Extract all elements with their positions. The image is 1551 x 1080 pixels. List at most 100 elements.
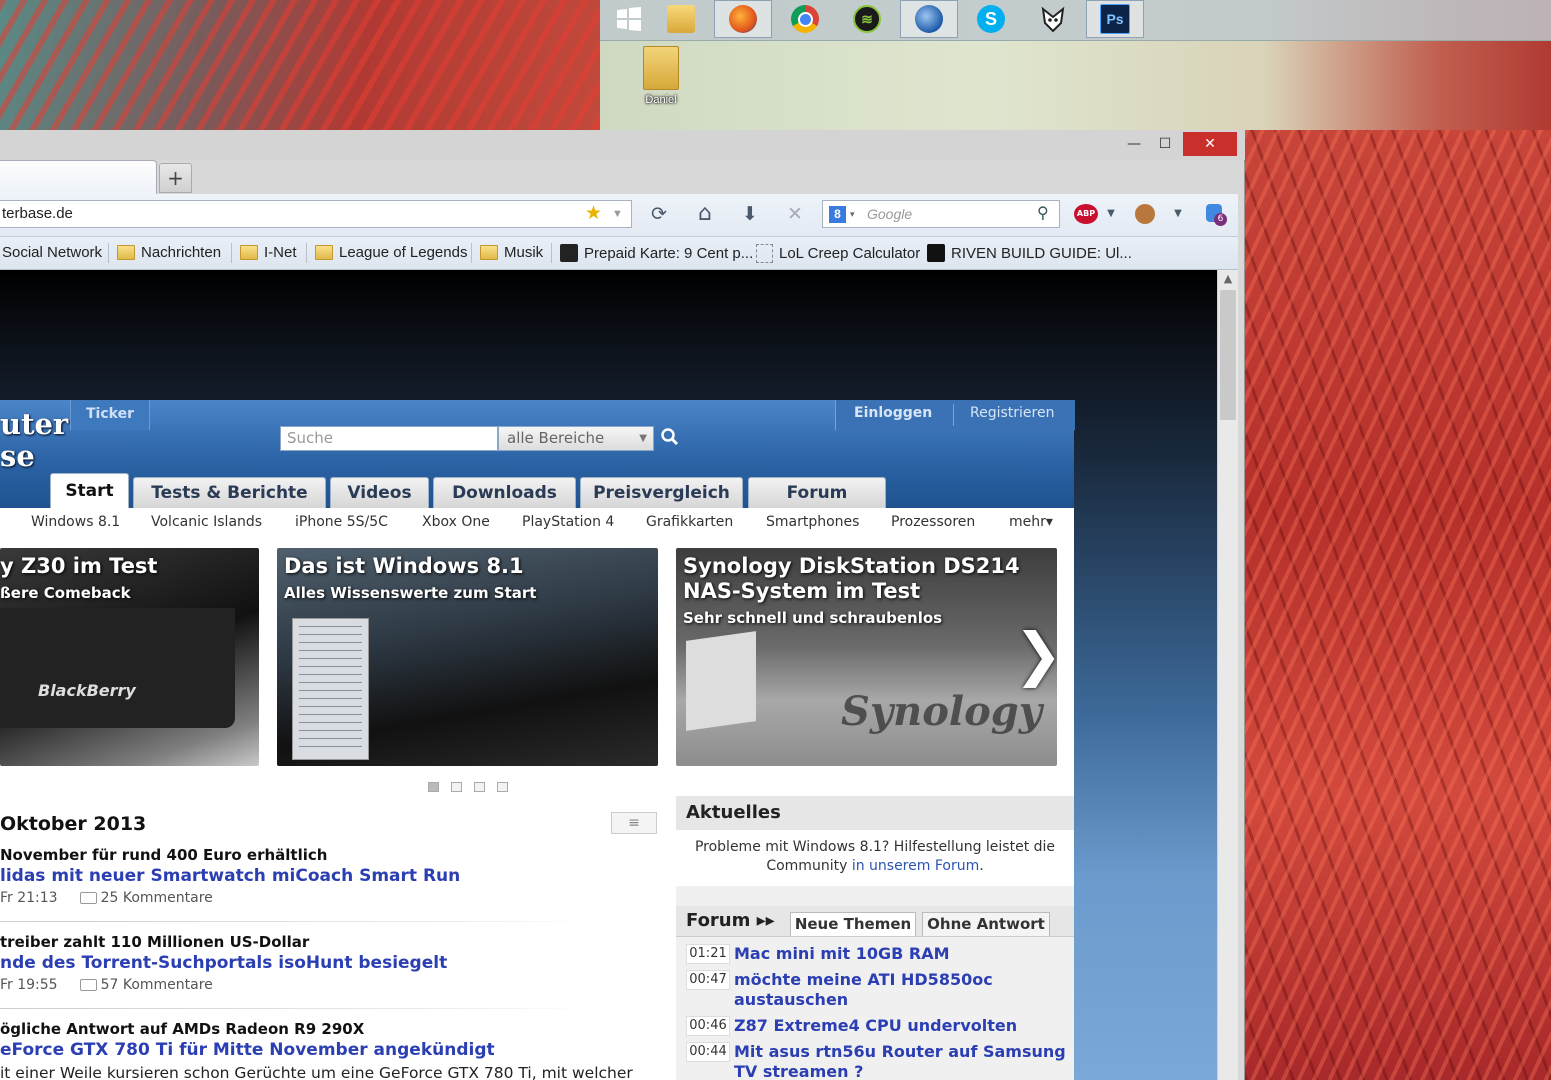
forum-widget-title[interactable]: Forum ▸▸	[686, 910, 775, 931]
site-search-input[interactable]: Suche	[280, 426, 498, 451]
bookmark-nachrichten[interactable]: Nachrichten	[117, 244, 221, 261]
extension-icon[interactable]: 6	[1204, 202, 1230, 226]
url-bar[interactable]: terbase.de ★ ▼	[0, 200, 632, 228]
tab-downloads[interactable]: Downloads	[433, 477, 576, 508]
spotify-button[interactable]: ≋	[838, 0, 896, 38]
bookmark-social-network[interactable]: Social Network	[2, 244, 102, 261]
topic-grafikkarten[interactable]: Grafikkarten	[646, 514, 733, 530]
news-comments-link[interactable]: 25 Kommentare	[101, 890, 213, 906]
topic-prozessoren[interactable]: Prozessoren	[891, 514, 975, 530]
slider-dot-2[interactable]	[451, 782, 462, 792]
foobar-button[interactable]	[1024, 0, 1082, 38]
download-icon[interactable]: ⬇	[737, 202, 763, 226]
thread-title-link[interactable]: Mac mini mit 10GB RAM	[734, 944, 1069, 964]
forum-thread[interactable]: 00:47 möchte meine ATI HD5850oc austausch…	[686, 970, 1071, 1010]
topic-more-menu[interactable]: mehr▾	[1009, 514, 1053, 530]
thread-title-link[interactable]: Z87 Extreme4 CPU undervolten	[734, 1016, 1069, 1036]
title-bar[interactable]: — ☐ ✕	[0, 130, 1245, 160]
chrome-button[interactable]	[776, 0, 834, 38]
news-item[interactable]: ögliche Antwort auf AMDs Radeon R9 290X …	[0, 1020, 640, 1080]
slider-next-arrow[interactable]: ❯	[1014, 620, 1057, 688]
adblock-plus-icon[interactable]: ABP	[1074, 204, 1098, 224]
file-explorer-button[interactable]	[652, 0, 710, 38]
maximize-button[interactable]: ☐	[1148, 132, 1182, 156]
slide-windows-8-1[interactable]: Das ist Windows 8.1 Alles Wissenswerte z…	[277, 548, 658, 766]
reload-icon[interactable]: ⟳	[646, 202, 672, 226]
bookmark-i-net[interactable]: I-Net	[240, 244, 297, 261]
firefox-button[interactable]	[714, 0, 772, 38]
search-scope-select[interactable]: alle Bereiche ▼	[498, 426, 654, 451]
greasemonkey-icon[interactable]	[1132, 202, 1158, 226]
search-engine-icon[interactable]: 8	[829, 206, 846, 223]
scroll-up-arrow-icon[interactable]: ▲	[1218, 272, 1238, 288]
tab-ohne-antwort[interactable]: Ohne Antwort	[922, 912, 1050, 936]
news-headline-link[interactable]: eForce GTX 780 Ti für Mitte November ang…	[0, 1040, 640, 1060]
site-search-button[interactable]	[660, 427, 682, 449]
thunderbird-button[interactable]	[900, 0, 958, 38]
url-dropdown-icon[interactable]: ▼	[612, 201, 623, 227]
tab-forum[interactable]: Forum	[748, 477, 886, 508]
login-link[interactable]: Einloggen	[854, 405, 932, 421]
bookmark-league-of-legends[interactable]: League of Legends	[315, 244, 467, 261]
bookmark-lol-creep-calculator[interactable]: LoL Creep Calculator	[756, 244, 920, 263]
topic-windows-8-1[interactable]: Windows 8.1	[31, 514, 120, 530]
news-comments-link[interactable]: 57 Kommentare	[101, 977, 213, 993]
adblock-dropdown-icon[interactable]: ▼	[1098, 202, 1124, 226]
skype-button[interactable]: S	[962, 0, 1020, 38]
windows-start-button[interactable]	[600, 0, 658, 38]
home-icon[interactable]: ⌂	[692, 202, 718, 226]
thread-title-link[interactable]: Mit asus rtn56u Router auf Samsung TV st…	[734, 1042, 1069, 1080]
ticker-tab[interactable]: Ticker	[70, 400, 150, 430]
page-icon	[756, 244, 773, 263]
slider-dot-1[interactable]	[428, 782, 439, 792]
news-divider	[0, 921, 590, 922]
slider-dot-3[interactable]	[474, 782, 485, 792]
close-button[interactable]: ✕	[1183, 132, 1237, 156]
news-item[interactable]: November für rund 400 Euro erhältlich li…	[0, 846, 640, 906]
topic-smartphones[interactable]: Smartphones	[766, 514, 859, 530]
slide-synology[interactable]: Synology DiskStation DS214 NAS-System im…	[676, 548, 1057, 766]
aktuelles-text-line-2: Community in unserem Forum.	[676, 857, 1074, 876]
scrollbar-thumb[interactable]	[1220, 290, 1236, 420]
forum-thread[interactable]: 00:46 Z87 Extreme4 CPU undervolten	[686, 1016, 1071, 1036]
greasemonkey-dropdown-icon[interactable]: ▼	[1165, 202, 1191, 226]
topic-iphone[interactable]: iPhone 5S/5C	[295, 514, 388, 530]
tab-neue-themen[interactable]: Neue Themen	[790, 912, 916, 936]
bookmark-musik[interactable]: Musik	[480, 244, 543, 261]
register-link[interactable]: Registrieren	[970, 405, 1054, 421]
bookmark-riven-build-guide[interactable]: RIVEN BUILD GUIDE: Ul...	[927, 244, 1132, 262]
minimize-button[interactable]: —	[1117, 132, 1151, 156]
news-list: Oktober 2013 ≡ November für rund 400 Eur…	[0, 796, 676, 1080]
forum-thread[interactable]: 01:21 Mac mini mit 10GB RAM	[686, 944, 1071, 964]
search-icon[interactable]: ⚲	[1037, 201, 1049, 227]
photoshop-button[interactable]: Ps	[1086, 0, 1144, 38]
new-tab-button[interactable]: +	[159, 163, 192, 193]
tab-start[interactable]: Start	[50, 473, 129, 508]
bookmark-prepaid-karte[interactable]: Prepaid Karte: 9 Cent p...	[560, 244, 753, 262]
search-engine-dropdown-icon[interactable]: ▾	[850, 201, 855, 227]
desktop-folder-shortcut[interactable]: Daniel	[636, 46, 686, 116]
topic-playstation-4[interactable]: PlayStation 4	[522, 514, 614, 530]
vertical-scrollbar[interactable]: ▲	[1217, 270, 1238, 1080]
slide-blackberry[interactable]: y Z30 im Test ßere Comeback BlackBerry	[0, 548, 259, 766]
news-headline-link[interactable]: lidas mit neuer Smartwatch miCoach Smart…	[0, 866, 640, 886]
tab-tests-berichte[interactable]: Tests & Berichte	[133, 477, 326, 508]
site-logo[interactable]: uter se	[0, 408, 68, 472]
tab-videos[interactable]: Videos	[330, 477, 429, 508]
forum-link[interactable]: in unserem Forum	[852, 858, 979, 874]
view-toggle-button[interactable]: ≡	[611, 812, 657, 834]
slider-dot-4[interactable]	[497, 782, 508, 792]
bookmark-label: Musik	[504, 244, 544, 261]
topic-xbox-one[interactable]: Xbox One	[422, 514, 490, 530]
news-headline-link[interactable]: nde des Torrent-Suchportals isoHunt besi…	[0, 953, 640, 973]
bookmark-star-icon[interactable]: ★	[585, 201, 602, 227]
tab-preisvergleich[interactable]: Preisvergleich	[580, 477, 743, 508]
search-bar[interactable]: 8 ▾ Google ⚲	[822, 200, 1060, 228]
news-item[interactable]: treiber zahlt 110 Millionen US-Dollar nd…	[0, 933, 640, 993]
browser-tab-active[interactable]	[0, 160, 157, 194]
stop-icon[interactable]: ✕	[782, 202, 808, 226]
thread-title-link[interactable]: möchte meine ATI HD5850oc austauschen	[734, 970, 1069, 1010]
url-text: terbase.de	[2, 205, 73, 222]
forum-thread[interactable]: 00:44 Mit asus rtn56u Router auf Samsung …	[686, 1042, 1071, 1080]
topic-volcanic-islands[interactable]: Volcanic Islands	[151, 514, 262, 530]
